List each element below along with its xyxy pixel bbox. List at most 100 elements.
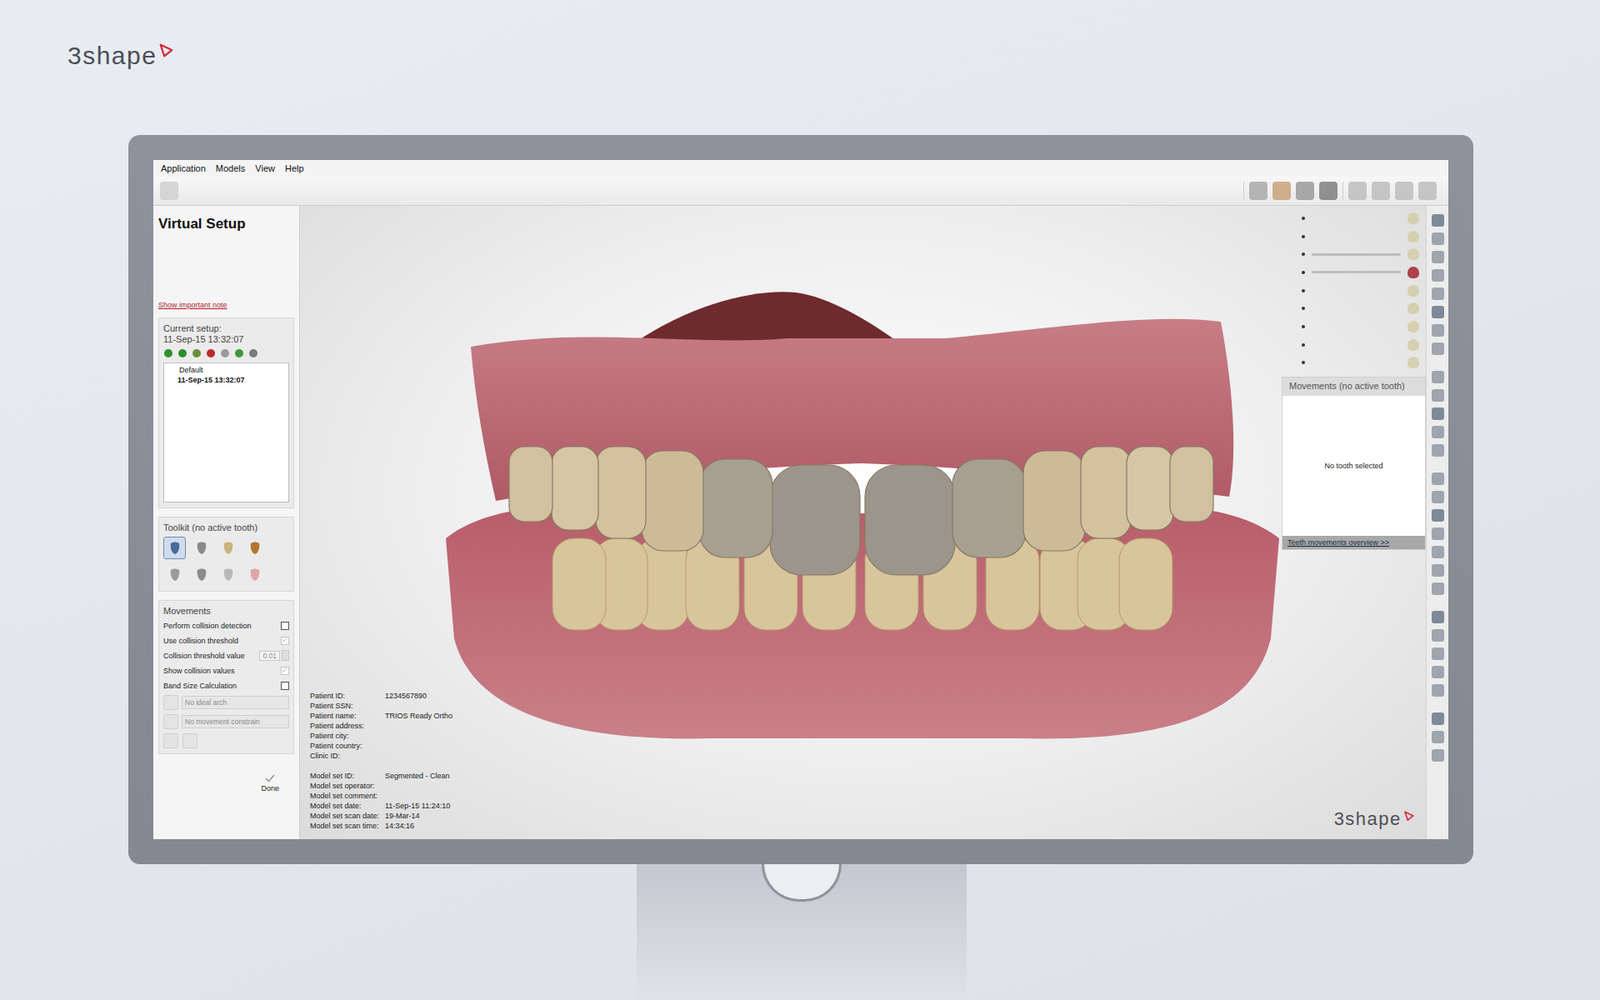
layer-row[interactable]: [1301, 283, 1420, 299]
strip-tool-icon[interactable]: [1431, 610, 1445, 624]
setup-list: Default11-Sep-15 13:32:07: [163, 362, 290, 503]
strip-tool-icon[interactable]: [1431, 214, 1445, 227]
brand-logo: 3shape: [67, 41, 174, 70]
strip-tool-icon[interactable]: [1431, 490, 1445, 504]
layer-row[interactable]: [1301, 246, 1420, 262]
strip-tool-icon[interactable]: [1431, 629, 1445, 642]
checkbox[interactable]: ✓: [280, 636, 290, 645]
setup-action-icon[interactable]: [248, 348, 259, 359]
setup-action-icon[interactable]: [220, 348, 230, 359]
tool-icon[interactable]: [1418, 181, 1437, 200]
check-icon: [265, 774, 275, 783]
strip-tool-icon[interactable]: [1431, 545, 1445, 559]
layer-row[interactable]: [1301, 319, 1420, 335]
checkbox[interactable]: ✓: [280, 666, 290, 675]
layer-slider[interactable]: [1311, 253, 1401, 256]
toolkit-button[interactable]: [216, 563, 240, 586]
layer-dot[interactable]: [1301, 252, 1305, 256]
tool-icon[interactable]: [1348, 181, 1367, 200]
strip-tool-icon[interactable]: [1431, 730, 1445, 744]
strip-tool-icon[interactable]: [1431, 444, 1445, 457]
strip-tool-icon[interactable]: [1431, 287, 1445, 300]
layer-row[interactable]: [1301, 337, 1420, 353]
redo-button[interactable]: [182, 733, 198, 749]
layer-dot[interactable]: [1301, 235, 1305, 239]
strip-tool-icon[interactable]: [1431, 749, 1445, 762]
toolkit-button[interactable]: [216, 536, 240, 560]
strip-tool-icon[interactable]: [1431, 305, 1445, 319]
strip-tool-icon[interactable]: [1431, 564, 1445, 577]
teeth-overview-link[interactable]: Teeth movements overview >>: [1282, 535, 1425, 550]
menu-item[interactable]: Help: [280, 161, 309, 175]
strip-tool-icon[interactable]: [1431, 527, 1445, 540]
strip-tool-icon[interactable]: [1431, 582, 1445, 595]
toolkit-button[interactable]: [243, 563, 266, 586]
threshold-spinner[interactable]: 0.01: [259, 650, 290, 661]
toolkit-button[interactable]: [243, 536, 266, 560]
strip-tool-icon[interactable]: [1431, 407, 1445, 420]
strip-tool-icon[interactable]: [1431, 472, 1445, 485]
layer-dot[interactable]: [1301, 306, 1305, 310]
layer-dot[interactable]: [1301, 325, 1305, 329]
view-mode-icon[interactable]: [1272, 181, 1291, 200]
setup-action-icon[interactable]: [177, 348, 188, 359]
layer-dot[interactable]: [1301, 270, 1305, 275]
layer-row[interactable]: [1301, 300, 1420, 316]
tool-icon[interactable]: [1395, 181, 1414, 200]
strip-tool-icon[interactable]: [1431, 509, 1445, 522]
checkbox[interactable]: [280, 681, 290, 690]
undo-button[interactable]: [163, 733, 179, 749]
strip-tool-icon[interactable]: [1431, 342, 1445, 355]
setup-action-icon[interactable]: [234, 348, 245, 359]
dental-model-icon[interactable]: [437, 288, 1289, 743]
toolkit-button[interactable]: [190, 536, 213, 560]
menu-item[interactable]: Application: [156, 161, 210, 175]
3d-viewport[interactable]: Patient ID:1234567890Patient SSN:Patient…: [300, 205, 1426, 840]
layer-row[interactable]: [1301, 210, 1420, 226]
open-icon[interactable]: [160, 181, 179, 200]
setup-action-icon[interactable]: [163, 348, 174, 359]
select[interactable]: No movement constrain: [181, 715, 290, 729]
strip-tool-icon[interactable]: [1431, 389, 1445, 402]
layer-row[interactable]: [1301, 355, 1420, 370]
layer-row[interactable]: [1301, 265, 1420, 280]
setup-list-item[interactable]: 11-Sep-15 13:32:07: [169, 375, 284, 385]
setup-list-item[interactable]: Default: [169, 365, 284, 375]
layer-dot[interactable]: [1301, 343, 1305, 347]
toolkit-button[interactable]: [163, 563, 186, 586]
strip-tool-icon[interactable]: [1431, 665, 1445, 679]
strip-tool-icon[interactable]: [1431, 324, 1445, 337]
layer-slider[interactable]: [1311, 270, 1401, 274]
strip-tool-icon[interactable]: [1431, 250, 1445, 264]
layer-dot[interactable]: [1301, 289, 1305, 293]
strip-tool-icon[interactable]: [1431, 232, 1445, 245]
strip-tool-icon[interactable]: [1431, 712, 1445, 725]
checkbox[interactable]: [280, 621, 290, 630]
menu-item[interactable]: Models: [211, 161, 250, 175]
strip-tool-icon[interactable]: [1431, 269, 1445, 282]
select-button[interactable]: [163, 695, 179, 710]
note-link[interactable]: Show important note: [158, 300, 295, 310]
strip-tool-icon[interactable]: [1431, 647, 1445, 660]
layer-dot[interactable]: [1301, 360, 1305, 365]
tool-icon: [167, 567, 183, 583]
setup-action-icon[interactable]: [191, 348, 202, 359]
select[interactable]: No ideal arch: [181, 695, 290, 710]
setup-action-icon[interactable]: [205, 348, 216, 359]
strip-tool-icon[interactable]: [1431, 684, 1445, 697]
menu-item[interactable]: View: [250, 161, 280, 175]
select-button[interactable]: [163, 714, 179, 730]
strip-tool-icon[interactable]: [1431, 370, 1445, 384]
done-button[interactable]: Done: [255, 772, 285, 795]
strip-tool-icon[interactable]: [1431, 425, 1445, 439]
view-mode-icon[interactable]: [1319, 181, 1338, 200]
page: 3shapeApplicationModelsViewHelpVirtual S…: [0, 0, 1600, 1000]
tool-icon[interactable]: [1371, 181, 1390, 200]
layer-dot[interactable]: [1301, 216, 1305, 220]
layer-row[interactable]: [1301, 229, 1420, 245]
view-mode-icon[interactable]: [1249, 181, 1268, 200]
layer-icon: [1407, 339, 1420, 351]
toolkit-button[interactable]: [163, 536, 186, 560]
toolkit-button[interactable]: [190, 563, 213, 586]
view-mode-icon[interactable]: [1295, 181, 1315, 200]
